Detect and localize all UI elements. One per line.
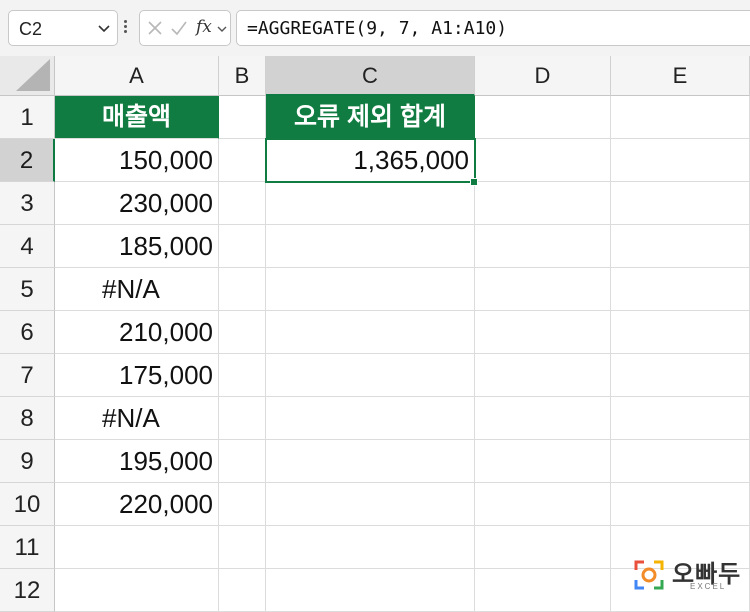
cell-d7[interactable] — [475, 354, 611, 397]
cell-b2[interactable] — [219, 139, 266, 182]
row-header-11[interactable]: 11 — [0, 526, 55, 569]
spreadsheet-grid: A B C D E 1 2 3 4 5 6 7 8 9 10 11 12 매출액… — [0, 56, 750, 612]
row-header-1[interactable]: 1 — [0, 96, 55, 139]
cell-a1[interactable]: 매출액 — [55, 96, 219, 139]
cell-e6[interactable] — [611, 311, 750, 354]
cell-b8[interactable] — [219, 397, 266, 440]
cell-b1[interactable] — [219, 96, 266, 139]
cell-d6[interactable] — [475, 311, 611, 354]
cell-b5[interactable] — [219, 268, 266, 311]
fill-handle[interactable] — [470, 178, 478, 186]
column-header-e[interactable]: E — [611, 56, 750, 96]
row-header-6[interactable]: 6 — [0, 311, 55, 354]
formula-text: =AGGREGATE(9, 7, A1:A10) — [247, 18, 508, 39]
cell-e10[interactable] — [611, 483, 750, 526]
row-header-8[interactable]: 8 — [0, 397, 55, 440]
cell-a8[interactable]: #N/A — [55, 397, 219, 440]
cell-b6[interactable] — [219, 311, 266, 354]
cell-d10[interactable] — [475, 483, 611, 526]
watermark-logo: 오빠두 EXCEL — [632, 556, 742, 596]
cell-b10[interactable] — [219, 483, 266, 526]
cell-d12[interactable] — [475, 569, 611, 612]
cell-b4[interactable] — [219, 225, 266, 268]
cell-e4[interactable] — [611, 225, 750, 268]
formula-controls: fx — [139, 10, 231, 46]
cell-d8[interactable] — [475, 397, 611, 440]
cell-c11[interactable] — [266, 526, 475, 569]
logo-icon — [634, 560, 664, 590]
more-options-icon[interactable] — [124, 18, 128, 38]
cell-a2[interactable]: 150,000 — [55, 139, 219, 182]
row-header-5[interactable]: 5 — [0, 268, 55, 311]
column-header-d[interactable]: D — [475, 56, 611, 96]
cell-d5[interactable] — [475, 268, 611, 311]
cell-d3[interactable] — [475, 182, 611, 225]
cell-c9[interactable] — [266, 440, 475, 483]
row-header-10[interactable]: 10 — [0, 483, 55, 526]
cell-c5[interactable] — [266, 268, 475, 311]
cell-d4[interactable] — [475, 225, 611, 268]
cell-c3[interactable] — [266, 182, 475, 225]
expand-arrow-icon[interactable] — [216, 23, 228, 35]
cell-a9[interactable]: 195,000 — [55, 440, 219, 483]
row-header-12[interactable]: 12 — [0, 569, 55, 612]
cell-e8[interactable] — [611, 397, 750, 440]
chevron-down-icon[interactable] — [97, 22, 111, 36]
cell-selection-outline — [265, 138, 476, 183]
cell-e7[interactable] — [611, 354, 750, 397]
enter-check-icon[interactable] — [170, 19, 188, 37]
cell-e9[interactable] — [611, 440, 750, 483]
cell-b3[interactable] — [219, 182, 266, 225]
cell-a11[interactable] — [55, 526, 219, 569]
cell-c10[interactable] — [266, 483, 475, 526]
column-header-c[interactable]: C — [266, 56, 475, 96]
cell-d9[interactable] — [475, 440, 611, 483]
formula-input[interactable]: =AGGREGATE(9, 7, A1:A10) — [236, 10, 750, 46]
row-header-2[interactable]: 2 — [0, 139, 55, 182]
cell-a7[interactable]: 175,000 — [55, 354, 219, 397]
cell-a5[interactable]: #N/A — [55, 268, 219, 311]
cell-c8[interactable] — [266, 397, 475, 440]
cell-c4[interactable] — [266, 225, 475, 268]
watermark-subtext: EXCEL — [690, 582, 727, 591]
cell-d11[interactable] — [475, 526, 611, 569]
cell-c12[interactable] — [266, 569, 475, 612]
column-header-a[interactable]: A — [55, 56, 219, 96]
cell-e1[interactable] — [611, 96, 750, 139]
name-box-value: C2 — [19, 19, 43, 39]
cancel-icon[interactable] — [146, 19, 164, 37]
cell-c6[interactable] — [266, 311, 475, 354]
cell-b7[interactable] — [219, 354, 266, 397]
cell-b9[interactable] — [219, 440, 266, 483]
select-all-button[interactable] — [0, 56, 55, 96]
cell-d2[interactable] — [475, 139, 611, 182]
cell-e2[interactable] — [611, 139, 750, 182]
insert-function-button[interactable]: fx — [196, 17, 212, 37]
cell-a4[interactable]: 185,000 — [55, 225, 219, 268]
name-box[interactable]: C2 — [8, 10, 118, 46]
cell-e3[interactable] — [611, 182, 750, 225]
cell-c7[interactable] — [266, 354, 475, 397]
formula-bar: C2 fx =AGGREGATE(9, 7, A1:A10) — [0, 0, 750, 56]
column-header-b[interactable]: B — [219, 56, 266, 96]
row-header-7[interactable]: 7 — [0, 354, 55, 397]
cell-e5[interactable] — [611, 268, 750, 311]
cell-d1[interactable] — [475, 96, 611, 139]
cell-a12[interactable] — [55, 569, 219, 612]
row-header-9[interactable]: 9 — [0, 440, 55, 483]
cell-b12[interactable] — [219, 569, 266, 612]
cell-a6[interactable]: 210,000 — [55, 311, 219, 354]
cell-a3[interactable]: 230,000 — [55, 182, 219, 225]
cell-a10[interactable]: 220,000 — [55, 483, 219, 526]
row-header-3[interactable]: 3 — [0, 182, 55, 225]
cell-b11[interactable] — [219, 526, 266, 569]
row-header-4[interactable]: 4 — [0, 225, 55, 268]
cell-c1[interactable]: 오류 제외 합계 — [266, 96, 475, 139]
